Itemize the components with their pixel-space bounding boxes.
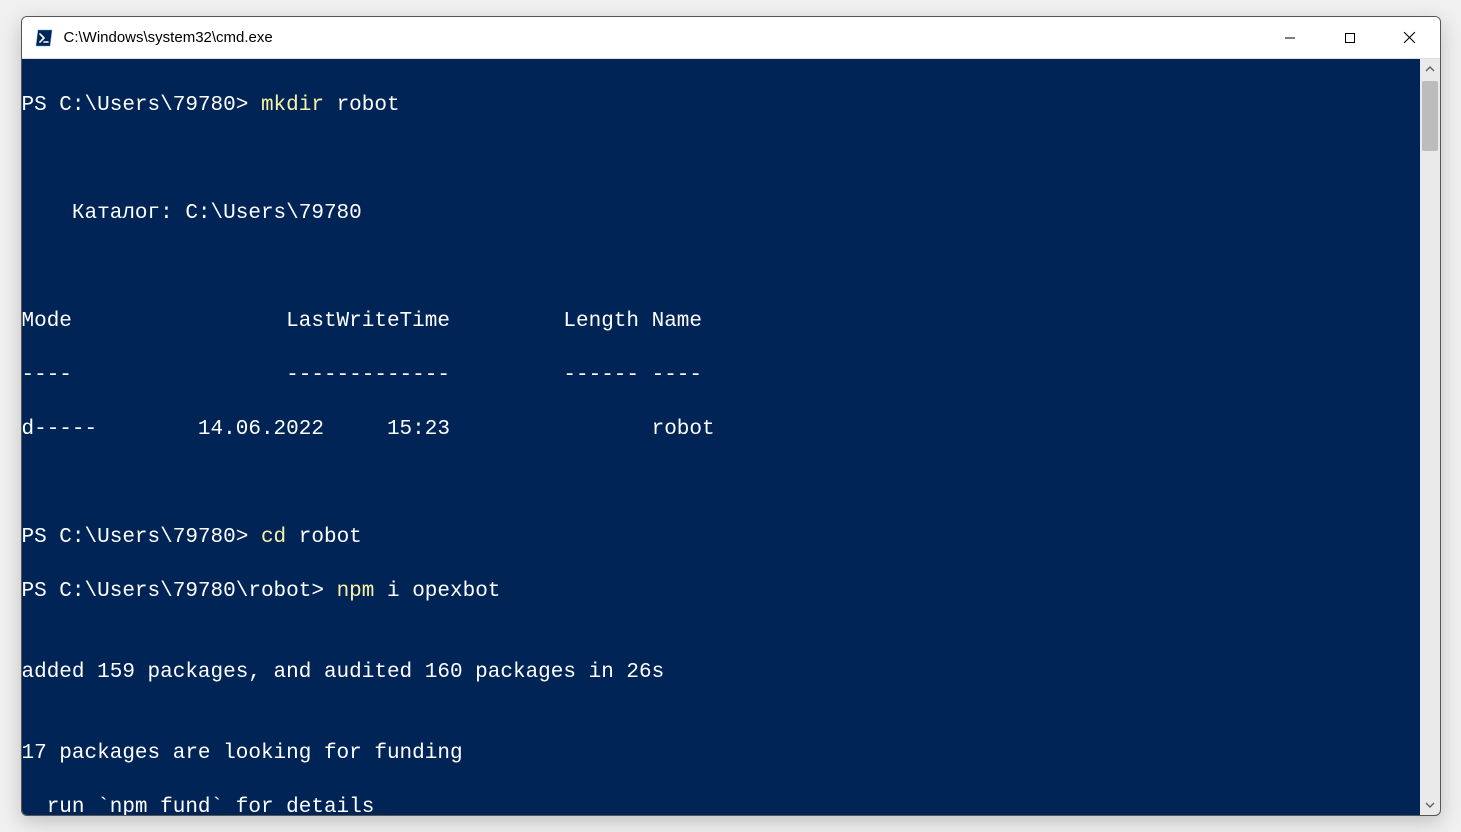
vertical-scrollbar[interactable] [1420,59,1440,815]
powershell-icon [34,27,56,49]
argument: i opexbot [387,580,500,603]
close-button[interactable] [1380,17,1440,59]
directory-header: Каталог: C:\Users\79780 [22,200,1420,227]
command: mkdir [261,94,337,117]
ps-prompt: PS C:\Users\79780> [22,94,261,117]
npm-output: added 159 packages, and audited 160 pack… [22,659,1420,686]
scroll-up-arrow-icon[interactable] [1420,59,1440,79]
table-header: Mode LastWriteTime Length Name [22,308,1420,335]
maximize-button[interactable] [1320,17,1380,59]
terminal-area: PS C:\Users\79780> mkdir robot Каталог: … [22,59,1440,815]
argument: robot [337,94,400,117]
command: cd [261,526,299,549]
titlebar[interactable]: C:\Windows\system32\cmd.exe [22,17,1440,59]
argument: robot [299,526,362,549]
table-separator: ---- ------------- ------ ---- [22,362,1420,389]
window-title: C:\Windows\system32\cmd.exe [64,29,273,46]
terminal-output[interactable]: PS C:\Users\79780> mkdir robot Каталог: … [22,59,1420,815]
npm-funding: run `npm fund` for details [22,794,1420,815]
table-row: d----- 14.06.2022 15:23 robot [22,416,1420,443]
ps-prompt: PS C:\Users\79780\robot> [22,580,337,603]
scrollbar-thumb[interactable] [1422,81,1438,151]
ps-prompt: PS C:\Users\79780> [22,526,261,549]
terminal-window: C:\Windows\system32\cmd.exe PS C:\Users\… [21,16,1441,816]
minimize-button[interactable] [1260,17,1320,59]
command: npm [337,580,387,603]
npm-funding: 17 packages are looking for funding [22,740,1420,767]
scroll-down-arrow-icon[interactable] [1420,795,1440,815]
